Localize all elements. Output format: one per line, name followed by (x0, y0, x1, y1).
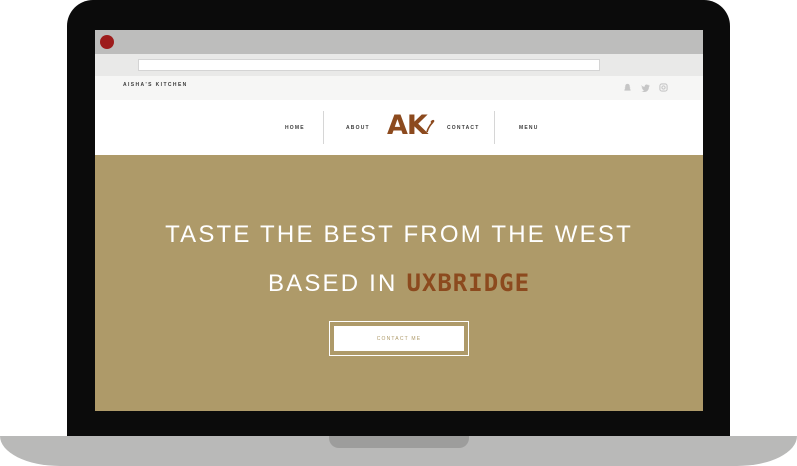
hero-location-prefix: BASED IN (267, 270, 398, 297)
browser-titlebar (95, 30, 703, 54)
site-logo[interactable]: AK (387, 110, 428, 142)
laptop-screen: AISHA'S KITCHEN HOME ABOUT AK CONTACT ME… (95, 30, 703, 411)
window-close-button[interactable] (100, 35, 114, 49)
instagram-icon[interactable] (659, 83, 668, 92)
nav-menu-link[interactable]: MENU (519, 125, 539, 131)
site-topbar: AISHA'S KITCHEN (95, 76, 703, 100)
snapchat-icon[interactable] (623, 83, 632, 92)
browser-chrome (95, 30, 703, 76)
nav-divider (323, 111, 324, 144)
nav-home-link[interactable]: HOME (285, 125, 305, 131)
hero-subheadline: BASED IN UXBRIDGE (95, 269, 703, 298)
contact-me-button[interactable]: CONTACT ME (334, 326, 464, 351)
twitter-icon[interactable] (640, 83, 650, 92)
hero-headline: TASTE THE BEST FROM THE WEST (165, 221, 633, 248)
logo-sprig-icon (426, 119, 435, 133)
hero-location: UXBRIDGE (406, 269, 531, 297)
nav-contact-link[interactable]: CONTACT (447, 125, 479, 131)
address-bar[interactable] (138, 59, 600, 71)
nav-about-link[interactable]: ABOUT (346, 125, 370, 131)
nav-divider (494, 111, 495, 144)
main-nav: HOME ABOUT AK CONTACT MENU (95, 100, 703, 155)
cta-outline: CONTACT ME (329, 321, 469, 356)
site-name: AISHA'S KITCHEN (123, 82, 188, 88)
hero-section: TASTE THE BEST FROM THE WEST BASED IN UX… (95, 155, 703, 411)
laptop-notch (329, 436, 469, 448)
